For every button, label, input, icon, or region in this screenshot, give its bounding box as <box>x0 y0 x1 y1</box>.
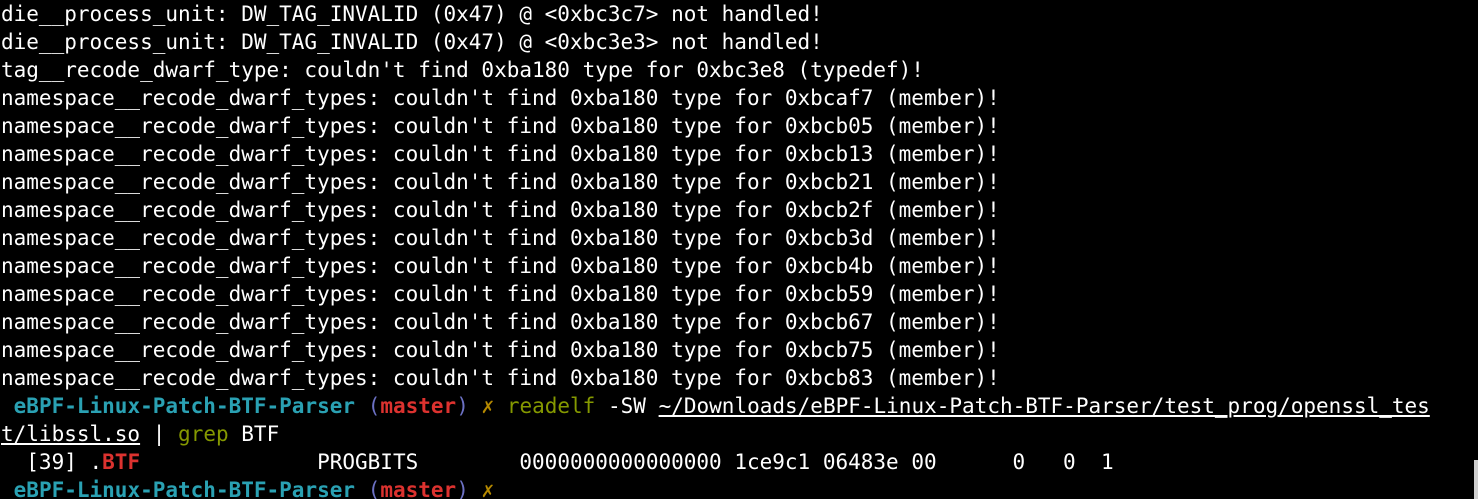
command-path: ~/Downloads/eBPF-Linux-Patch-BTF-Parser/… <box>658 394 1430 418</box>
grep-pattern: BTF <box>241 422 280 446</box>
log-line: namespace__recode_dwarf_types: couldn't … <box>1 198 1000 222</box>
log-line: die__process_unit: DW_TAG_INVALID (0x47)… <box>1 30 823 54</box>
prompt-paren-open: ( <box>367 394 381 418</box>
command-args: -SW <box>608 394 646 418</box>
section-details: PROGBITS 0000000000000000 1ce9c1 06483e … <box>140 450 1114 474</box>
terminal-window[interactable]: die__process_unit: DW_TAG_INVALID (0x47)… <box>0 0 1478 499</box>
prompt-git-branch: master <box>380 394 457 418</box>
log-line: namespace__recode_dwarf_types: couldn't … <box>1 226 1000 250</box>
dirty-status-icon: ✗ <box>481 394 495 418</box>
log-line: namespace__recode_dwarf_types: couldn't … <box>1 114 1000 138</box>
prompt-line-1: eBPF-Linux-Patch-BTF-Parser (master) ✗ r… <box>0 392 1478 420</box>
command-path-wrap: t/libssl.so <box>1 422 141 446</box>
log-line: namespace__recode_dwarf_types: couldn't … <box>1 338 1000 362</box>
section-index: [39] . <box>1 450 103 474</box>
log-output: die__process_unit: DW_TAG_INVALID (0x47)… <box>0 0 1478 392</box>
log-line: namespace__recode_dwarf_types: couldn't … <box>1 86 1000 110</box>
prompt-paren-close: ) <box>456 394 469 418</box>
log-line: namespace__recode_dwarf_types: couldn't … <box>1 170 1000 194</box>
log-line: namespace__recode_dwarf_types: couldn't … <box>1 142 1000 166</box>
prompt-git-branch-2: master <box>380 478 457 499</box>
log-line: namespace__recode_dwarf_types: couldn't … <box>1 366 1000 390</box>
prompt-line-2[interactable]: eBPF-Linux-Patch-BTF-Parser (master) ✗ <box>0 476 1478 499</box>
dirty-status-icon-2: ✗ <box>481 478 495 499</box>
log-line: die__process_unit: DW_TAG_INVALID (0x47)… <box>1 2 823 26</box>
prompt-paren-close-2: ) <box>456 478 469 499</box>
prompt-paren-open-2: ( <box>367 478 381 499</box>
log-line: namespace__recode_dwarf_types: couldn't … <box>1 254 1000 278</box>
readelf-output-line: [39] .BTF PROGBITS 0000000000000000 1ce9… <box>0 448 1478 476</box>
command-grep: grep <box>178 422 229 446</box>
prompt-directory: eBPF-Linux-Patch-BTF-Parser <box>13 394 356 418</box>
command-name: readelf <box>506 394 596 418</box>
log-line: tag__recode_dwarf_type: couldn't find 0x… <box>1 58 924 82</box>
log-line: namespace__recode_dwarf_types: couldn't … <box>1 310 1000 334</box>
pipe-symbol: | <box>152 422 166 446</box>
scrollbar-thumb[interactable] <box>1474 460 1478 499</box>
prompt-line-1-wrap: t/libssl.so | grep BTF <box>0 420 1478 448</box>
prompt-directory-2: eBPF-Linux-Patch-BTF-Parser <box>13 478 356 499</box>
grep-match-highlight: BTF <box>102 450 141 474</box>
log-line: namespace__recode_dwarf_types: couldn't … <box>1 282 1000 306</box>
